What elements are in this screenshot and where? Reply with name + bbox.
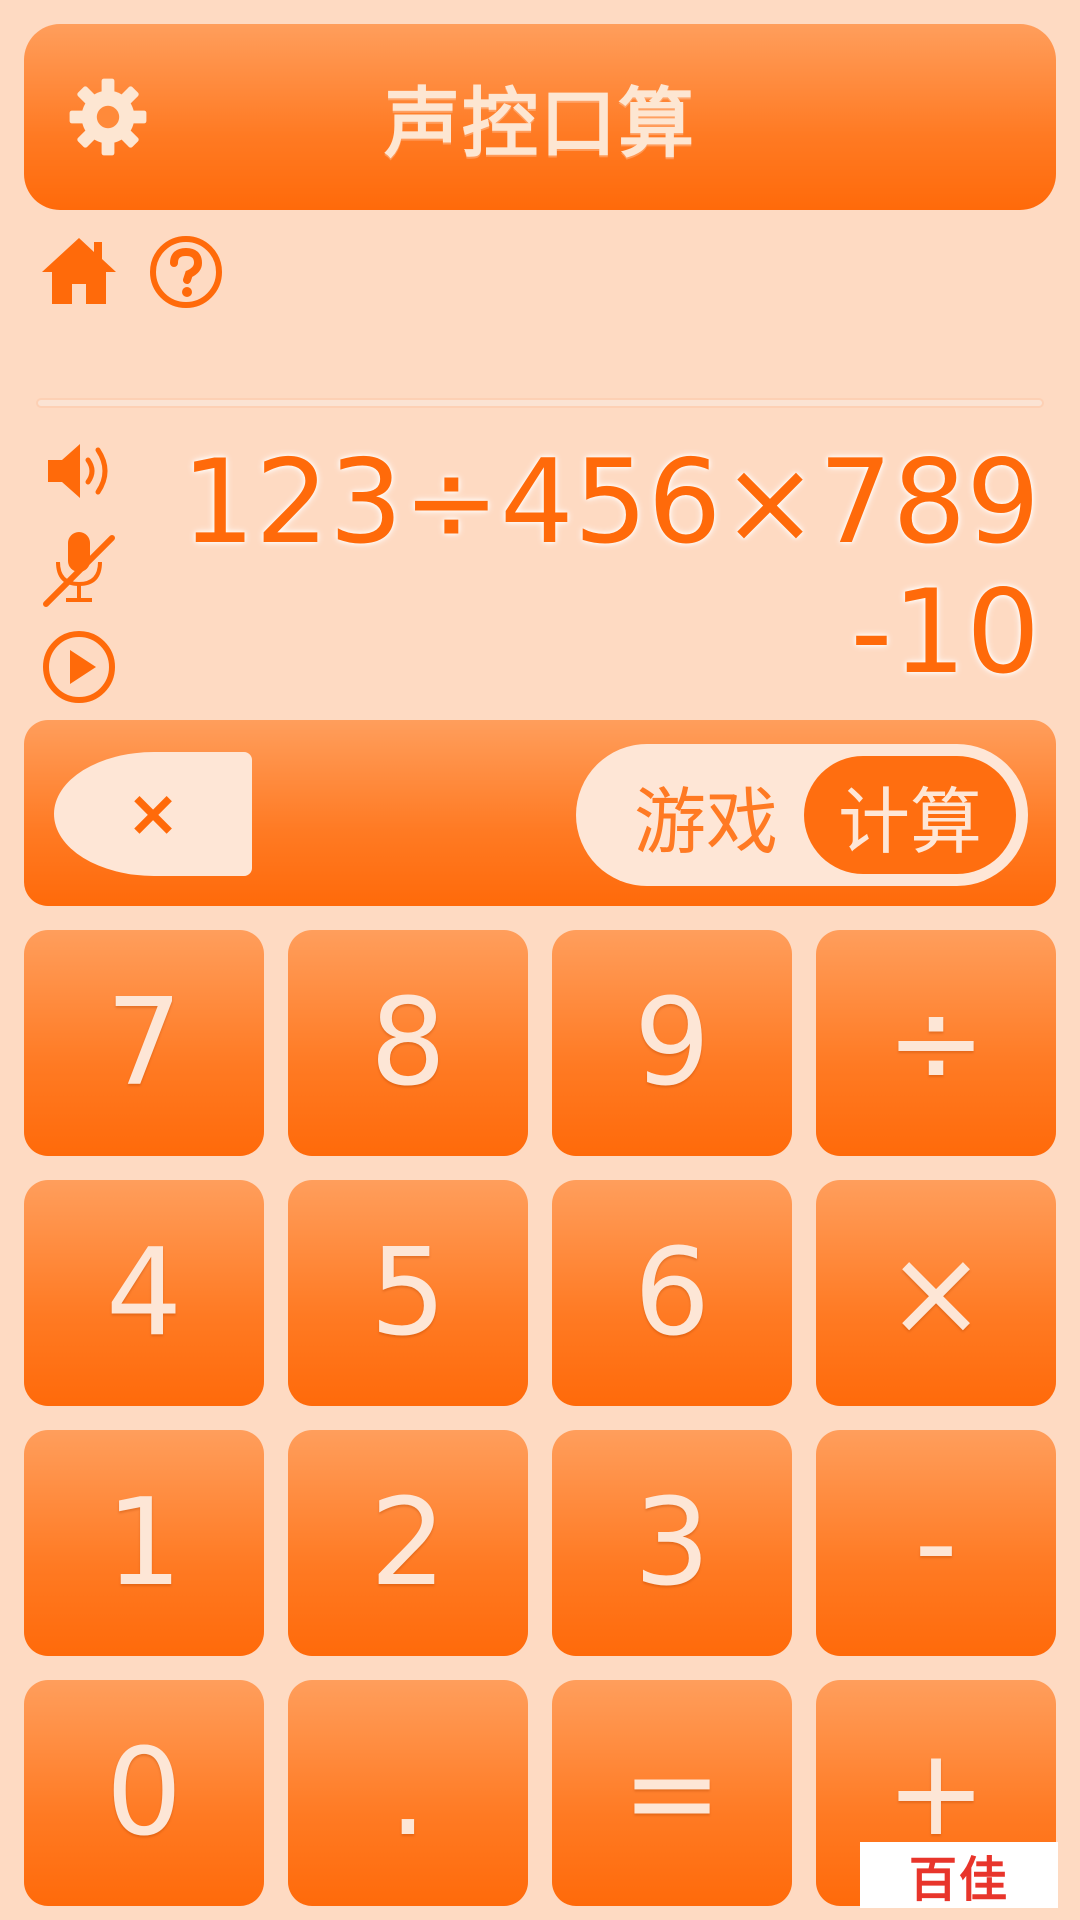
home-icon[interactable]: [40, 236, 118, 306]
key-3[interactable]: 3: [552, 1430, 792, 1656]
result-display: -10: [850, 565, 1040, 700]
expression-display: 123÷456×789: [181, 435, 1040, 570]
control-bar: × 游戏 计算: [24, 720, 1056, 906]
key-5[interactable]: 5: [288, 1180, 528, 1406]
key-9[interactable]: 9: [552, 930, 792, 1156]
mode-toggle[interactable]: 游戏 计算: [576, 744, 1028, 886]
help-icon[interactable]: [148, 234, 224, 310]
watermark-logo: 百佳: [860, 1842, 1058, 1908]
key-7[interactable]: 7: [24, 930, 264, 1156]
key-8[interactable]: 8: [288, 930, 528, 1156]
key-2[interactable]: 2: [288, 1430, 528, 1656]
app-header: 声控口算: [24, 24, 1056, 210]
speaker-icon[interactable]: [46, 440, 116, 502]
mic-off-icon[interactable]: [40, 528, 118, 608]
key-minus[interactable]: -: [816, 1430, 1056, 1656]
mode-game-option[interactable]: 游戏: [616, 744, 796, 886]
play-icon[interactable]: [42, 630, 116, 704]
key-4[interactable]: 4: [24, 1180, 264, 1406]
key-multiply[interactable]: ×: [816, 1180, 1056, 1406]
page-title: 声控口算: [384, 79, 696, 168]
clear-button[interactable]: ×: [54, 752, 252, 876]
key-6[interactable]: 6: [552, 1180, 792, 1406]
divider: [36, 398, 1044, 408]
key-equals[interactable]: =: [552, 1680, 792, 1906]
key-0[interactable]: 0: [24, 1680, 264, 1906]
key-dot[interactable]: .: [288, 1680, 528, 1906]
key-divide[interactable]: ÷: [816, 930, 1056, 1156]
key-1[interactable]: 1: [24, 1430, 264, 1656]
gear-icon[interactable]: [68, 77, 148, 157]
mode-calc-option[interactable]: 计算: [804, 756, 1016, 874]
